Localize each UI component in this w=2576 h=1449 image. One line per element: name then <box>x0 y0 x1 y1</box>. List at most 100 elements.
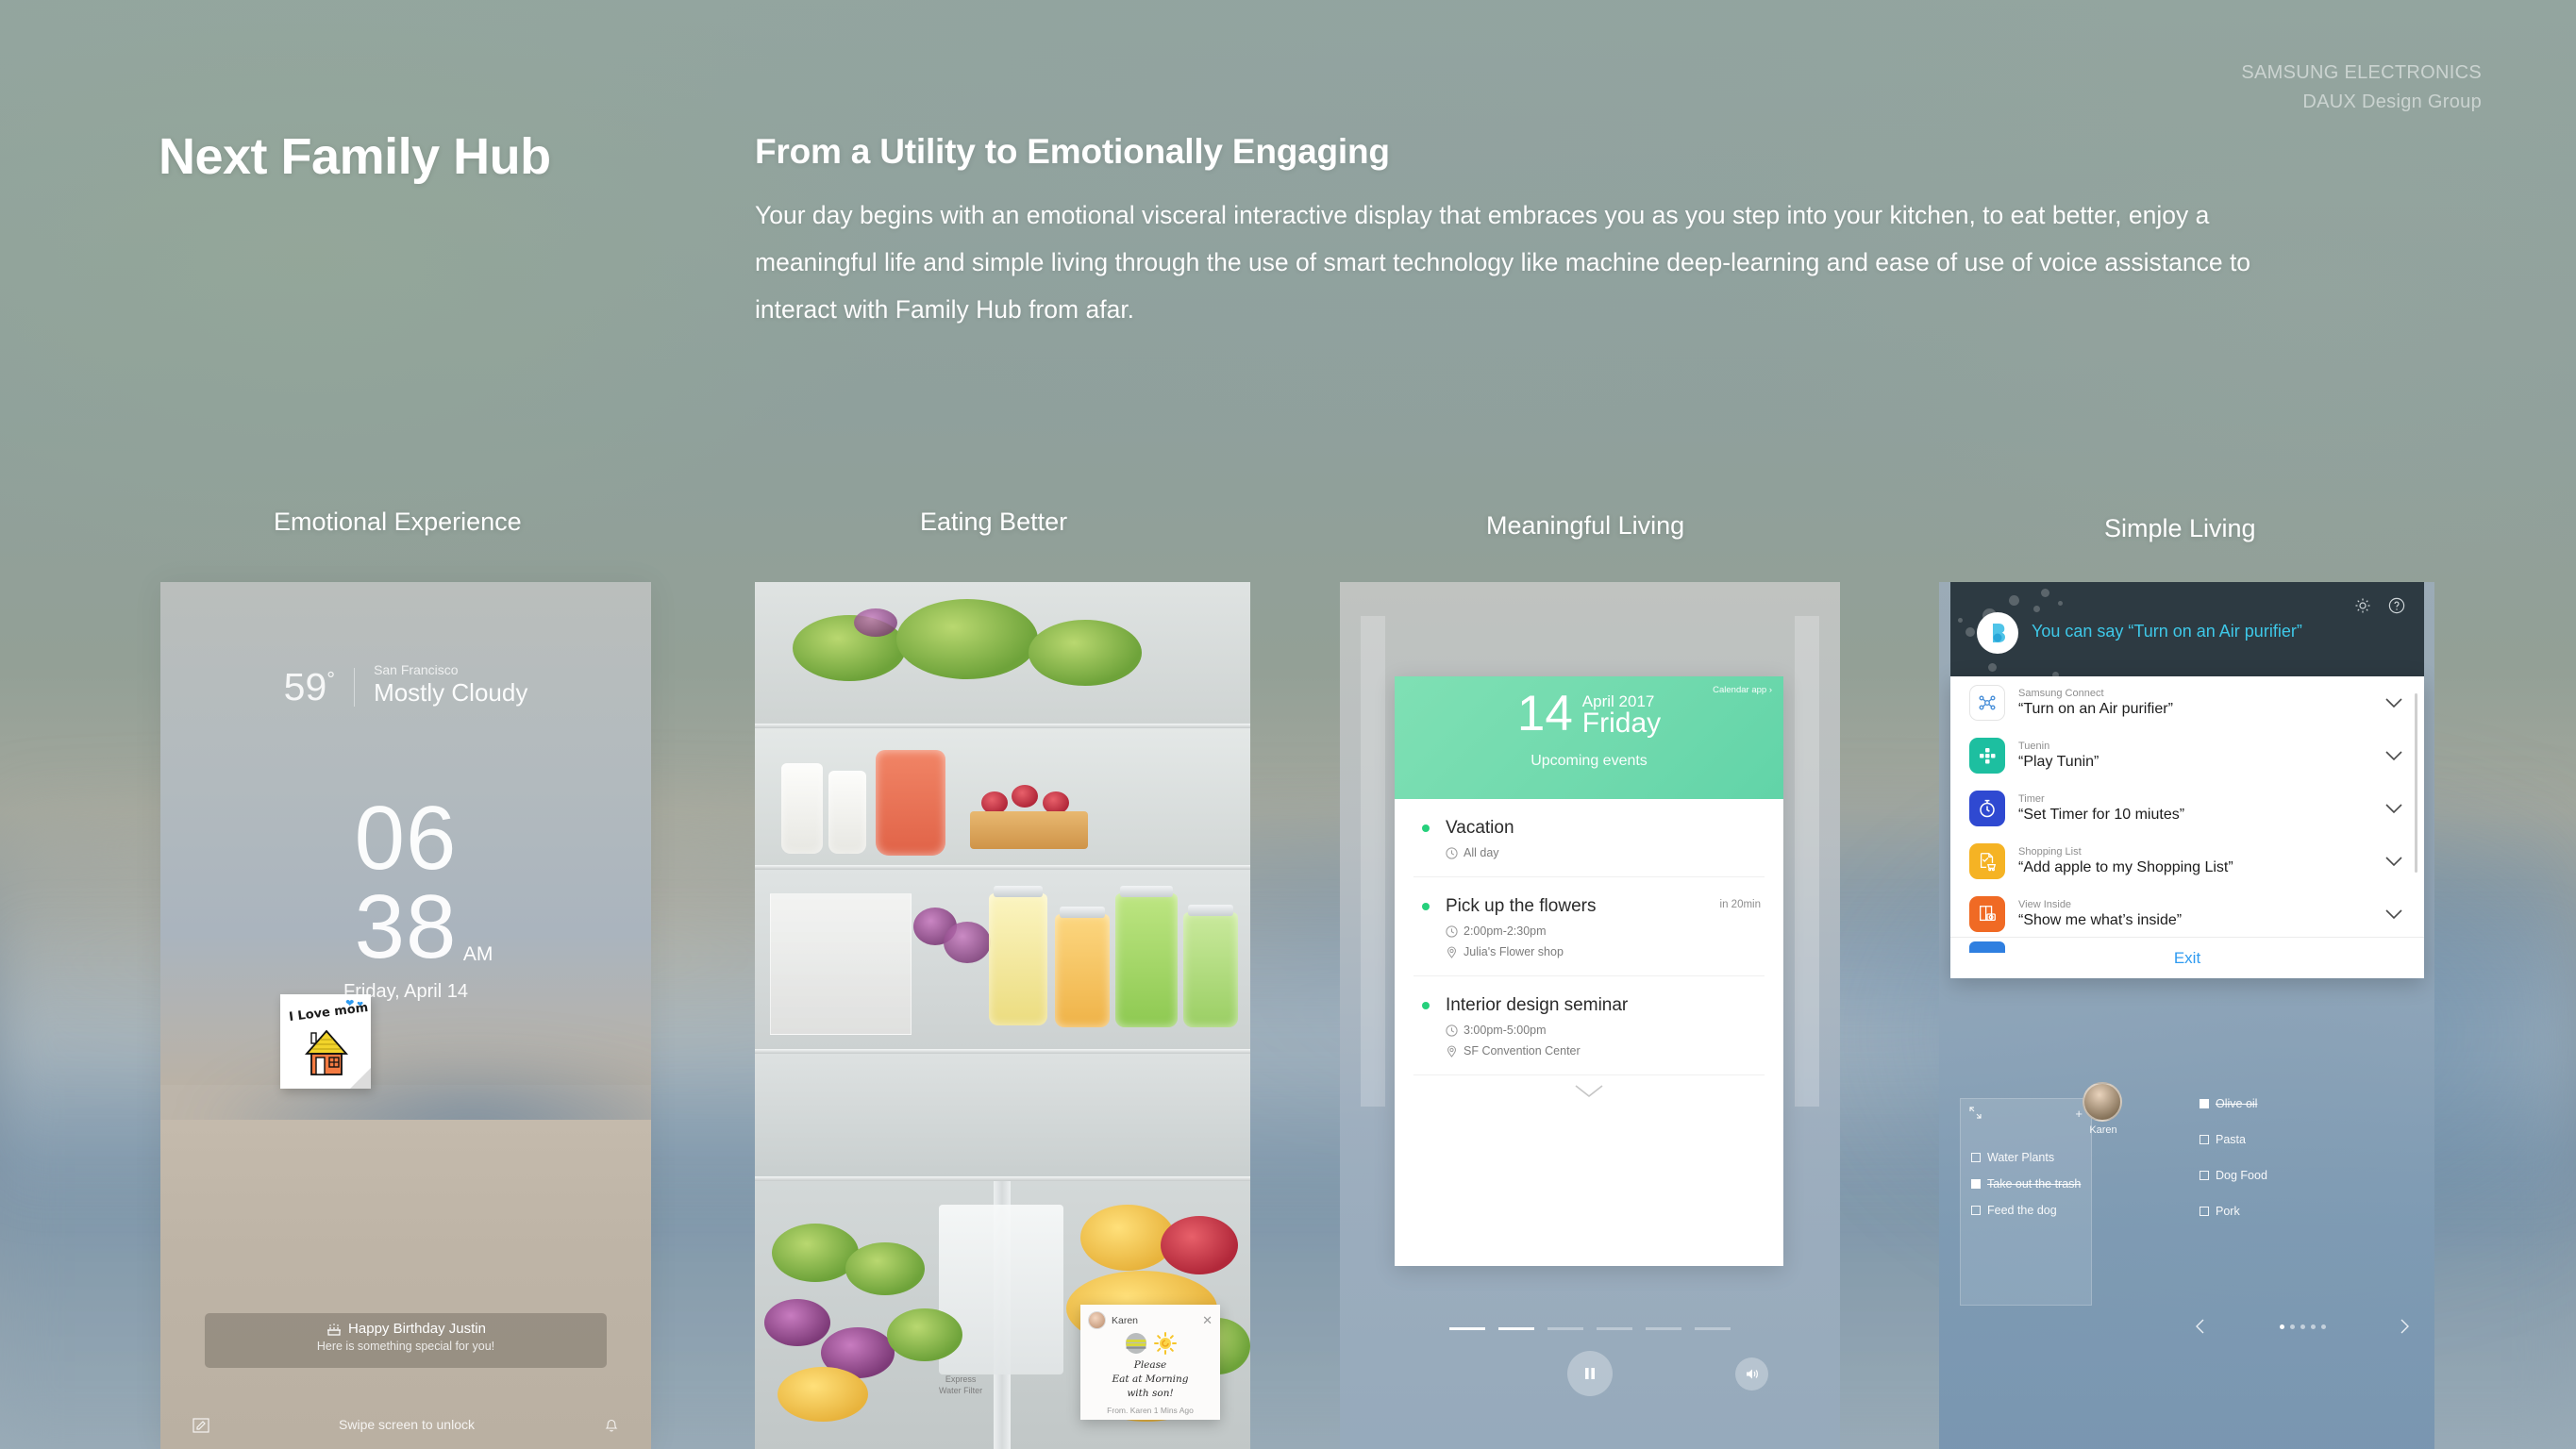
avatar <box>1088 1311 1106 1329</box>
brand-company: SAMSUNG ELECTRONICS <box>2241 62 2482 83</box>
todo-label: Water Plants <box>1987 1151 2055 1164</box>
panel-title-meaningful-living: Meaningful Living <box>1486 511 1685 540</box>
shopping-item[interactable]: Pasta <box>2194 1133 2411 1146</box>
calendar-event-row[interactable]: Interior design seminar 3:00pm-5:00pm SF… <box>1413 976 1765 1075</box>
sticky-note-drawing[interactable]: I Love mom ❤ ❤ <box>280 994 371 1089</box>
shopping-item[interactable]: Olive oil <box>2194 1097 2411 1110</box>
calendar-upcoming-label: Upcoming events <box>1531 752 1648 769</box>
calendar-event-row[interactable]: Vacation All day <box>1413 799 1765 877</box>
panel-simple-living[interactable]: Photo Whiteboard Deal 78°F Partly Cloudy… <box>1939 582 2434 1449</box>
bixby-command-row[interactable]: Timer “Set Timer for 10 miutes” <box>1950 782 2424 835</box>
event-dot <box>1422 903 1430 910</box>
checkbox[interactable] <box>1971 1206 1981 1215</box>
bixby-command-row[interactable]: Samsung Connect “Turn on an Air purifier… <box>1950 676 2424 729</box>
gear-icon[interactable] <box>2354 597 2371 619</box>
bixby-command-list[interactable]: Samsung Connect “Turn on an Air purifier… <box>1950 676 2424 978</box>
pager-dot[interactable] <box>2310 1324 2316 1329</box>
shopping-item[interactable]: Dog Food <box>2194 1169 2411 1182</box>
weather-widget[interactable]: 59° San Francisco Mostly Cloudy <box>160 662 651 708</box>
bixby-app-name: Timer <box>2018 792 2045 805</box>
connect-icon <box>1969 685 2005 721</box>
view-inside-icon <box>1969 896 2005 932</box>
checkbox[interactable] <box>2200 1171 2209 1180</box>
checkbox[interactable] <box>1971 1153 1981 1162</box>
bell-icon[interactable] <box>603 1415 620 1434</box>
checkbox[interactable] <box>2200 1135 2209 1144</box>
panel-meaningful-living[interactable]: Calendar app › 14 April 2017 Friday Upco… <box>1340 582 1840 1449</box>
todo-item[interactable]: Take out the trash <box>1961 1177 2091 1191</box>
calendar-app-link[interactable]: Calendar app › <box>1713 685 1772 695</box>
event-title: Vacation <box>1446 818 1514 838</box>
carousel-dot[interactable] <box>1498 1327 1534 1330</box>
chevron-down-icon[interactable] <box>2384 856 2403 867</box>
carousel-dot[interactable] <box>1597 1327 1632 1330</box>
pager-dots[interactable] <box>2279 1324 2326 1329</box>
pager-dot[interactable] <box>2289 1324 2295 1329</box>
chevron-down-icon[interactable] <box>2384 908 2403 920</box>
bixby-app-name: View Inside <box>2018 898 2072 910</box>
bixby-command-row[interactable]: View Inside “Show me what’s inside” <box>1950 888 2424 941</box>
chevron-down-icon <box>1575 1085 1603 1098</box>
sun-sticker-icon <box>1153 1332 1177 1355</box>
help-icon[interactable] <box>2388 597 2405 619</box>
side-panel-left <box>1361 616 1385 1107</box>
bixby-exit-button[interactable]: Exit <box>1950 937 2424 978</box>
event-place-row: Julia's Flower shop <box>1446 945 1765 958</box>
todo-item[interactable]: Feed the dog <box>1961 1204 2091 1217</box>
carousel-dot[interactable] <box>1547 1327 1583 1330</box>
todo-item[interactable]: Water Plants <box>1961 1151 2091 1164</box>
bixby-app-name: Samsung Connect <box>2018 687 2104 699</box>
bixby-command-row[interactable]: Tuenin “Play Tunin” <box>1950 729 2424 782</box>
birthday-banner[interactable]: Happy Birthday Justin Here is something … <box>205 1313 607 1368</box>
shopping-item[interactable]: Pork <box>2194 1205 2411 1218</box>
section-subtitle: From a Utility to Emotionally Engaging <box>755 132 1390 171</box>
shopping-list-card[interactable]: Olive oil Pasta Dog Food Pork <box>2194 1091 2411 1318</box>
carousel-dots[interactable] <box>1340 1327 1840 1330</box>
media-controls[interactable] <box>1340 1351 1840 1396</box>
add-icon[interactable]: + <box>2075 1107 2083 1121</box>
heart-icon: ❤ ❤ <box>345 998 363 1009</box>
calendar-event-row[interactable]: in 20min Pick up the flowers 2:00pm-2:30… <box>1413 877 1765 976</box>
clock-ampm: AM <box>462 943 493 966</box>
todo-card-toolbar: + <box>1961 1099 2091 1121</box>
calendar-card[interactable]: Calendar app › 14 April 2017 Friday Upco… <box>1395 676 1783 1266</box>
checkbox[interactable] <box>1971 1179 1981 1189</box>
speaker-icon <box>1747 1369 1758 1378</box>
avatar[interactable] <box>2083 1082 2122 1122</box>
checkbox[interactable] <box>2200 1099 2209 1108</box>
expand-icon[interactable] <box>1969 1107 1982 1119</box>
calendar-expand-button[interactable] <box>1395 1075 1783 1117</box>
panel-emotional-experience[interactable]: 59° San Francisco Mostly Cloudy 06 38 AM… <box>160 582 651 1449</box>
checkbox[interactable] <box>2200 1207 2209 1216</box>
chevron-left-icon[interactable] <box>2194 1318 2206 1335</box>
bixby-glyph-icon <box>1993 624 2005 642</box>
carousel-dot[interactable] <box>1449 1327 1485 1330</box>
pager-dot[interactable] <box>2300 1324 2305 1329</box>
edit-pencil-icon[interactable] <box>192 1415 210 1434</box>
chevron-down-icon[interactable] <box>2384 803 2403 814</box>
bixby-command-row[interactable]: Shopping List “Add apple to my Shopping … <box>1950 835 2424 888</box>
location-pin-icon <box>1447 946 1457 958</box>
volume-button[interactable] <box>1735 1357 1768 1391</box>
chevron-right-icon[interactable] <box>2399 1318 2411 1335</box>
fridge-memo-card[interactable]: Karen ✕ Please Eat at Morning with son! … <box>1080 1305 1220 1420</box>
chevron-down-icon[interactable] <box>2384 697 2403 708</box>
shopping-list-icon <box>1969 843 2005 879</box>
panel-eating-better[interactable]: Express Water Filter Karen ✕ Please Eat … <box>755 582 1250 1449</box>
lockscreen-footer: Swipe screen to unlock <box>160 1415 651 1434</box>
cake-icon <box>327 1324 342 1336</box>
bixby-command-text: “Set Timer for 10 miutes” <box>2018 806 2185 823</box>
close-icon[interactable]: ✕ <box>1202 1314 1213 1326</box>
event-time-row: All day <box>1446 846 1765 859</box>
pager-dot[interactable] <box>2320 1324 2326 1329</box>
carousel-dot[interactable] <box>1695 1327 1731 1330</box>
pause-button[interactable] <box>1567 1351 1613 1396</box>
weather-temperature: 59° <box>284 668 356 708</box>
bixby-command-text: “Play Tunin” <box>2018 753 2099 770</box>
bixby-command-text: “Add apple to my Shopping List” <box>2018 858 2233 875</box>
pager-dot[interactable] <box>2279 1324 2284 1329</box>
scrollbar[interactable] <box>2415 693 2417 873</box>
carousel-dot[interactable] <box>1646 1327 1681 1330</box>
widget-pager[interactable] <box>2194 1318 2411 1335</box>
chevron-down-icon[interactable] <box>2384 750 2403 761</box>
